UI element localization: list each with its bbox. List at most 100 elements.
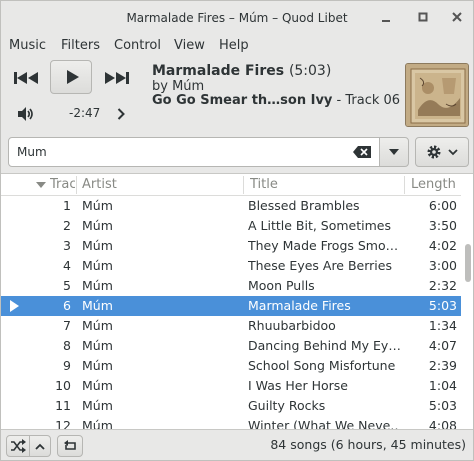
artist-cell: Múm: [82, 378, 113, 393]
seek-button[interactable]: [114, 106, 128, 122]
now-playing-title: Marmalade Fires (5:03): [152, 63, 331, 79]
window-title: Marmalade Fires – Múm – Quod Libet: [126, 11, 348, 25]
now-playing-indicator-icon: [10, 300, 19, 312]
artist-cell: Múm: [82, 278, 113, 293]
menu-control[interactable]: Control: [114, 38, 161, 53]
title-cell: Dancing Behind My Ey…: [248, 338, 400, 353]
settings-menu-button[interactable]: [415, 137, 469, 167]
chevron-up-icon: [35, 443, 45, 450]
table-row[interactable]: 3 Múm They Made Frogs Smo… 4:02: [1, 236, 461, 256]
table-row[interactable]: 8 Múm Dancing Behind My Ey… 4:07: [1, 336, 461, 356]
length-cell: 4:08: [428, 418, 457, 429]
title-cell: I Was Her Horse: [248, 378, 348, 393]
length-cell: 5:03: [428, 398, 457, 413]
table-row[interactable]: 1 Múm Blessed Brambles 6:00: [1, 196, 461, 216]
column-header-title[interactable]: Title: [250, 177, 278, 192]
repeat-button[interactable]: [57, 435, 83, 457]
track-number-cell: 2: [63, 218, 71, 233]
track-number-cell: 1: [63, 198, 71, 213]
length-cell: 3:50: [428, 218, 457, 233]
artist-cell: Múm: [82, 338, 113, 353]
minimize-button[interactable]: [377, 9, 395, 27]
length-cell: 1:04: [428, 378, 457, 393]
search-input[interactable]: [17, 145, 337, 159]
vertical-scrollbar[interactable]: [462, 196, 473, 429]
column-header-artist[interactable]: Artist: [82, 177, 117, 192]
title-cell: A Little Bit, Sometimes: [248, 218, 391, 233]
track-number-cell: 5: [63, 278, 71, 293]
artist-cell: Múm: [82, 358, 113, 373]
length-cell: 3:00: [428, 258, 457, 273]
table-row[interactable]: 4 Múm These Eyes Are Berries 3:00: [1, 256, 461, 276]
scrollbar-thumb[interactable]: [465, 244, 471, 282]
gear-icon: [427, 145, 441, 159]
volume-button[interactable]: [15, 105, 37, 123]
song-list[interactable]: Track Artist Title Length 1 Múm Blessed Br…: [1, 173, 473, 429]
shuffle-button[interactable]: [6, 435, 30, 457]
title-cell: Winter (What We Neve…: [248, 418, 400, 429]
title-cell: Marmalade Fires: [248, 298, 351, 313]
library-summary: 84 songs (6 hours, 45 minutes): [270, 437, 466, 452]
table-row[interactable]: 11 Múm Guilty Rocks 5:03: [1, 396, 461, 416]
table-row[interactable]: 9 Múm School Song Misfortune 2:39: [1, 356, 461, 376]
length-cell: 5:03: [428, 298, 457, 313]
title-bar[interactable]: Marmalade Fires – Múm – Quod Libet: [1, 1, 473, 35]
clear-text-icon: [353, 146, 371, 158]
track-number-cell: 9: [63, 358, 71, 373]
artist-cell: Múm: [82, 218, 113, 233]
clear-search-button[interactable]: [353, 146, 371, 162]
table-row-playing[interactable]: 6 Múm Marmalade Fires 5:03: [1, 296, 461, 316]
chevron-down-icon: [389, 149, 399, 155]
table-row[interactable]: 2 Múm A Little Bit, Sometimes 3:50: [1, 216, 461, 236]
title-cell: School Song Misfortune: [248, 358, 396, 373]
chevron-down-small-icon: [448, 149, 458, 156]
album-cover[interactable]: [405, 63, 469, 127]
column-separator: [243, 176, 244, 194]
length-cell: 2:39: [428, 358, 457, 373]
length-cell: 6:00: [428, 198, 457, 213]
previous-button[interactable]: [11, 69, 41, 87]
skip-backward-icon: [14, 72, 38, 84]
table-row[interactable]: 7 Múm Rhuubarbidoo 1:34: [1, 316, 461, 336]
artist-cell: Múm: [82, 398, 113, 413]
album-art-image: [406, 64, 468, 126]
now-playing-artist: by Múm: [152, 79, 205, 94]
close-button[interactable]: [448, 9, 466, 27]
track-number-cell: 3: [63, 238, 71, 253]
table-row[interactable]: 5 Múm Moon Pulls 2:32: [1, 276, 461, 296]
title-cell: These Eyes Are Berries: [248, 258, 392, 273]
column-header-length[interactable]: Length: [411, 177, 461, 192]
song-title-text: Marmalade Fires: [152, 63, 285, 79]
artist-cell: Múm: [82, 258, 113, 273]
track-number-cell: 10: [55, 378, 71, 393]
column-header-track[interactable]: Track: [50, 177, 75, 192]
column-header-row: Track Artist Title Length: [1, 174, 461, 196]
table-row[interactable]: 10 Múm I Was Her Horse 1:04: [1, 376, 461, 396]
close-icon: [452, 12, 462, 22]
menu-help[interactable]: Help: [219, 38, 249, 53]
artist-cell: Múm: [82, 198, 113, 213]
menu-filters[interactable]: Filters: [61, 38, 100, 53]
track-number-cell: 7: [63, 318, 71, 333]
menu-music[interactable]: Music: [9, 38, 46, 53]
maximize-icon: [418, 12, 428, 22]
shuffle-options-button[interactable]: [29, 435, 51, 457]
search-field[interactable]: [8, 137, 380, 167]
album-name: Go Go Smear th…son Ivy: [152, 93, 333, 108]
play-button[interactable]: [50, 60, 92, 94]
table-row[interactable]: 12 Múm Winter (What We Neve… 4:08: [1, 416, 461, 429]
search-history-dropdown[interactable]: [379, 137, 409, 167]
quod-libet-window: Marmalade Fires – Múm – Quod Libet Music…: [0, 0, 474, 461]
maximize-button[interactable]: [414, 9, 432, 27]
now-playing-album: Go Go Smear th…son Ivy - Track 06: [152, 93, 400, 108]
menu-view[interactable]: View: [174, 38, 205, 53]
song-length: (5:03): [288, 63, 332, 79]
next-button[interactable]: [102, 69, 132, 87]
track-number-cell: 6: [63, 298, 71, 313]
play-icon: [67, 70, 79, 84]
menu-bar: Music Filters Control View Help: [1, 35, 473, 57]
title-cell: Guilty Rocks: [248, 398, 326, 413]
sort-descending-icon: [36, 182, 46, 188]
title-cell: Moon Pulls: [248, 278, 315, 293]
time-remaining[interactable]: -2:47: [69, 106, 100, 120]
